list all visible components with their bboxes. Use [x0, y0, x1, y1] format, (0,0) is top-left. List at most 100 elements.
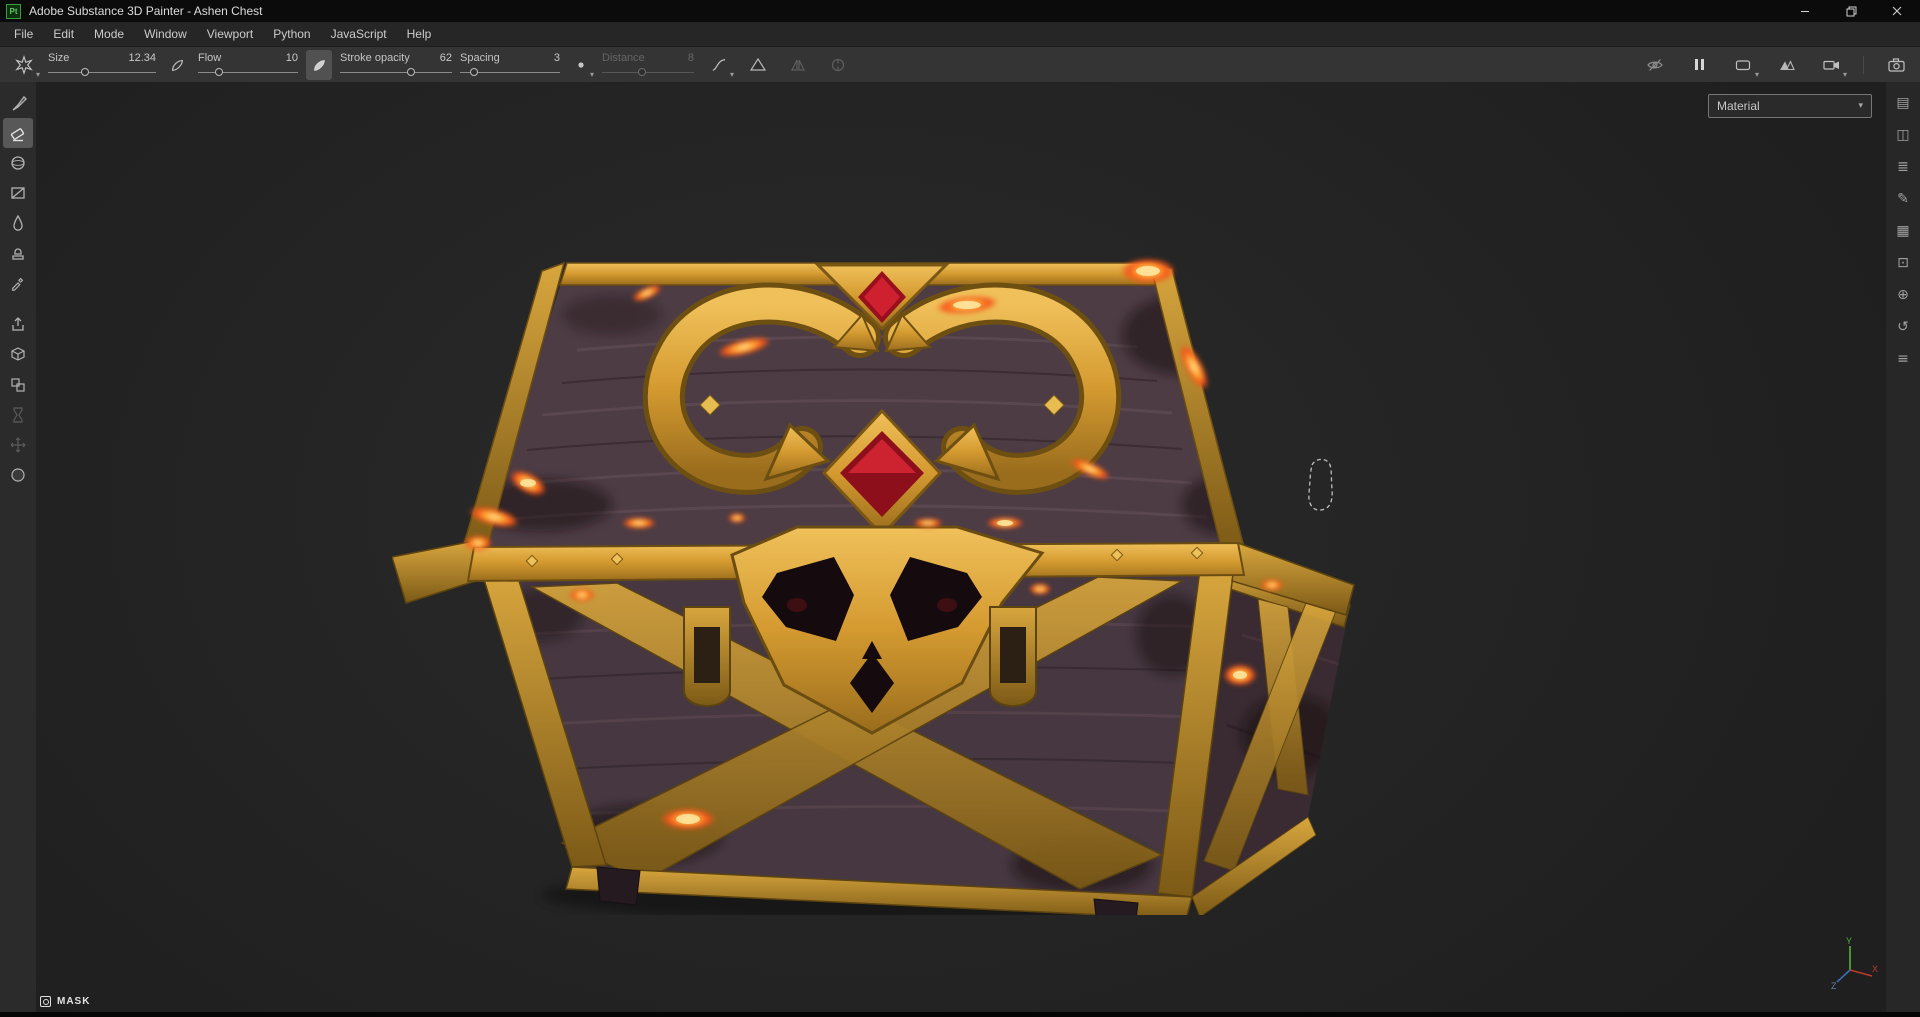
bake-tool: [3, 400, 33, 430]
brush-cursor-outline: [1308, 458, 1333, 511]
mask-label: MASK: [57, 996, 91, 1007]
smudge-icon: [13, 214, 23, 231]
brush-angle-button[interactable]: [306, 49, 332, 80]
close-button[interactable]: [1874, 0, 1920, 22]
projection-icon: [11, 156, 25, 170]
stroke-opacity-label: Stroke opacity: [340, 51, 410, 64]
transform-icon: [10, 437, 26, 453]
flow-value[interactable]: 10: [286, 52, 298, 64]
toolbar-right-group: [1639, 50, 1912, 80]
log-panel-icon[interactable]: ≡: [1893, 350, 1913, 369]
pause-icon: [1694, 59, 1704, 70]
material-mode-dropdown[interactable]: Material ▾: [1708, 94, 1872, 118]
stroke-opacity-value[interactable]: 62: [440, 52, 452, 64]
display-settings-panel-icon[interactable]: ⊡: [1893, 254, 1913, 273]
symmetry-pyramid-button[interactable]: [742, 50, 774, 80]
brush-settings-panel-icon[interactable]: ✎: [1893, 190, 1913, 209]
pause-button[interactable]: [1683, 50, 1715, 80]
falloff-curve-icon: [712, 59, 725, 71]
chevron-down-icon: ▾: [1858, 101, 1863, 111]
polygon-fill-icon: [11, 187, 25, 199]
visibility-off-button[interactable]: [1639, 50, 1671, 80]
clone-stamp-tool[interactable]: [3, 238, 33, 268]
hourglass-icon: [13, 407, 23, 423]
eraser-icon: [10, 128, 25, 142]
symmetry-radial-button: [822, 50, 854, 80]
main-area: Material ▾ MASK Y X Z ▤ ◫ ≣ ✎ ▦ ⊡ ⊕ ↺ ≡: [0, 82, 1920, 1012]
menu-help[interactable]: Help: [397, 22, 442, 46]
material-picker-icon: [12, 277, 24, 291]
split-view-panel-icon[interactable]: ◫: [1893, 126, 1913, 145]
paint-brush-tool[interactable]: [3, 88, 33, 118]
stroke-opacity-slider[interactable]: [340, 67, 452, 78]
window-controls: [1782, 0, 1920, 22]
spacing-value[interactable]: 3: [554, 52, 560, 64]
symmetry-radial-icon: [831, 58, 845, 71]
viewport-frame-icon: [1735, 59, 1751, 70]
param-size: Size 12.34: [48, 52, 156, 78]
menubar: File Edit Mode Window Viewport Python Ja…: [0, 22, 1920, 46]
polygon-fill-tool[interactable]: [3, 178, 33, 208]
chest-model-wrap: [391, 255, 1372, 938]
param-spacing: Spacing 3: [460, 52, 560, 78]
clone-stamp-icon: [12, 248, 24, 260]
brush-preset-button[interactable]: [8, 50, 40, 80]
menu-python[interactable]: Python: [263, 22, 320, 46]
smudge-tool[interactable]: [3, 208, 33, 238]
camera-view-button[interactable]: [1815, 50, 1847, 80]
viewport-3d[interactable]: Material ▾ MASK Y X Z: [36, 82, 1886, 1012]
material-mode-value: Material: [1717, 99, 1760, 113]
distance-value: 8: [687, 51, 694, 64]
sphere-tool[interactable]: [3, 460, 33, 490]
screenshot-camera-button[interactable]: [1880, 50, 1912, 80]
axis-gizmo[interactable]: Y X Z: [1830, 936, 1878, 990]
titlebar: Pt Adobe Substance 3D Painter - Ashen Ch…: [0, 0, 1920, 22]
menu-viewport[interactable]: Viewport: [197, 22, 263, 46]
symmetry-mirror-icon: [791, 59, 805, 71]
size-label: Size: [48, 51, 70, 64]
flow-slider[interactable]: [198, 67, 298, 78]
viewport-shading-button[interactable]: [1771, 50, 1803, 80]
spacing-label: Spacing: [460, 51, 500, 64]
right-panel-strip: ▤ ◫ ≣ ✎ ▦ ⊡ ⊕ ↺ ≡: [1886, 82, 1920, 1012]
maximize-button[interactable]: [1828, 0, 1874, 22]
eraser-tool[interactable]: [3, 118, 33, 148]
assets-panel-icon[interactable]: ▦: [1893, 222, 1913, 241]
spacing-slider[interactable]: [460, 67, 560, 78]
falloff-curve-button[interactable]: [702, 50, 734, 80]
texture-set-settings-panel-icon[interactable]: ▤: [1893, 94, 1913, 113]
menu-javascript[interactable]: JavaScript: [321, 22, 397, 46]
material-picker-tool[interactable]: [3, 268, 33, 298]
projection-tool[interactable]: [3, 148, 33, 178]
brush-tip-button[interactable]: [164, 50, 190, 80]
window-title: Adobe Substance 3D Painter - Ashen Chest: [29, 4, 263, 18]
brush-tip-icon: [171, 59, 183, 71]
menu-window[interactable]: Window: [134, 22, 197, 46]
param-flow: Flow 10: [198, 52, 298, 78]
transform-tool: [3, 430, 33, 460]
axis-y-label: Y: [1846, 936, 1852, 946]
minimize-icon: [1801, 10, 1809, 13]
lazy-mouse-button[interactable]: [568, 50, 594, 80]
export-resources-tool[interactable]: [3, 310, 33, 340]
geometry-mask-tool[interactable]: [3, 340, 33, 370]
geometry-mask-icon: [11, 347, 25, 361]
viewport-frame-button[interactable]: [1727, 50, 1759, 80]
param-distance: Distance 8: [602, 52, 694, 78]
history-panel-icon[interactable]: ↺: [1893, 318, 1913, 337]
menu-mode[interactable]: Mode: [84, 22, 134, 46]
ashen-chest-model[interactable]: [391, 255, 1372, 938]
left-toolbar: [0, 82, 36, 1012]
close-icon: [1892, 6, 1902, 16]
shader-settings-panel-icon[interactable]: ⊕: [1893, 286, 1913, 305]
screenshot-camera-icon: [1887, 57, 1905, 72]
minimize-button[interactable]: [1782, 0, 1828, 22]
distance-slider: [602, 67, 694, 78]
size-value[interactable]: 12.34: [128, 52, 156, 64]
instances-tool[interactable]: [3, 370, 33, 400]
size-slider[interactable]: [48, 67, 156, 78]
menu-file[interactable]: File: [4, 22, 43, 46]
menu-edit[interactable]: Edit: [43, 22, 84, 46]
axis-z-label: Z: [1831, 981, 1837, 990]
layers-panel-icon[interactable]: ≣: [1893, 158, 1913, 177]
